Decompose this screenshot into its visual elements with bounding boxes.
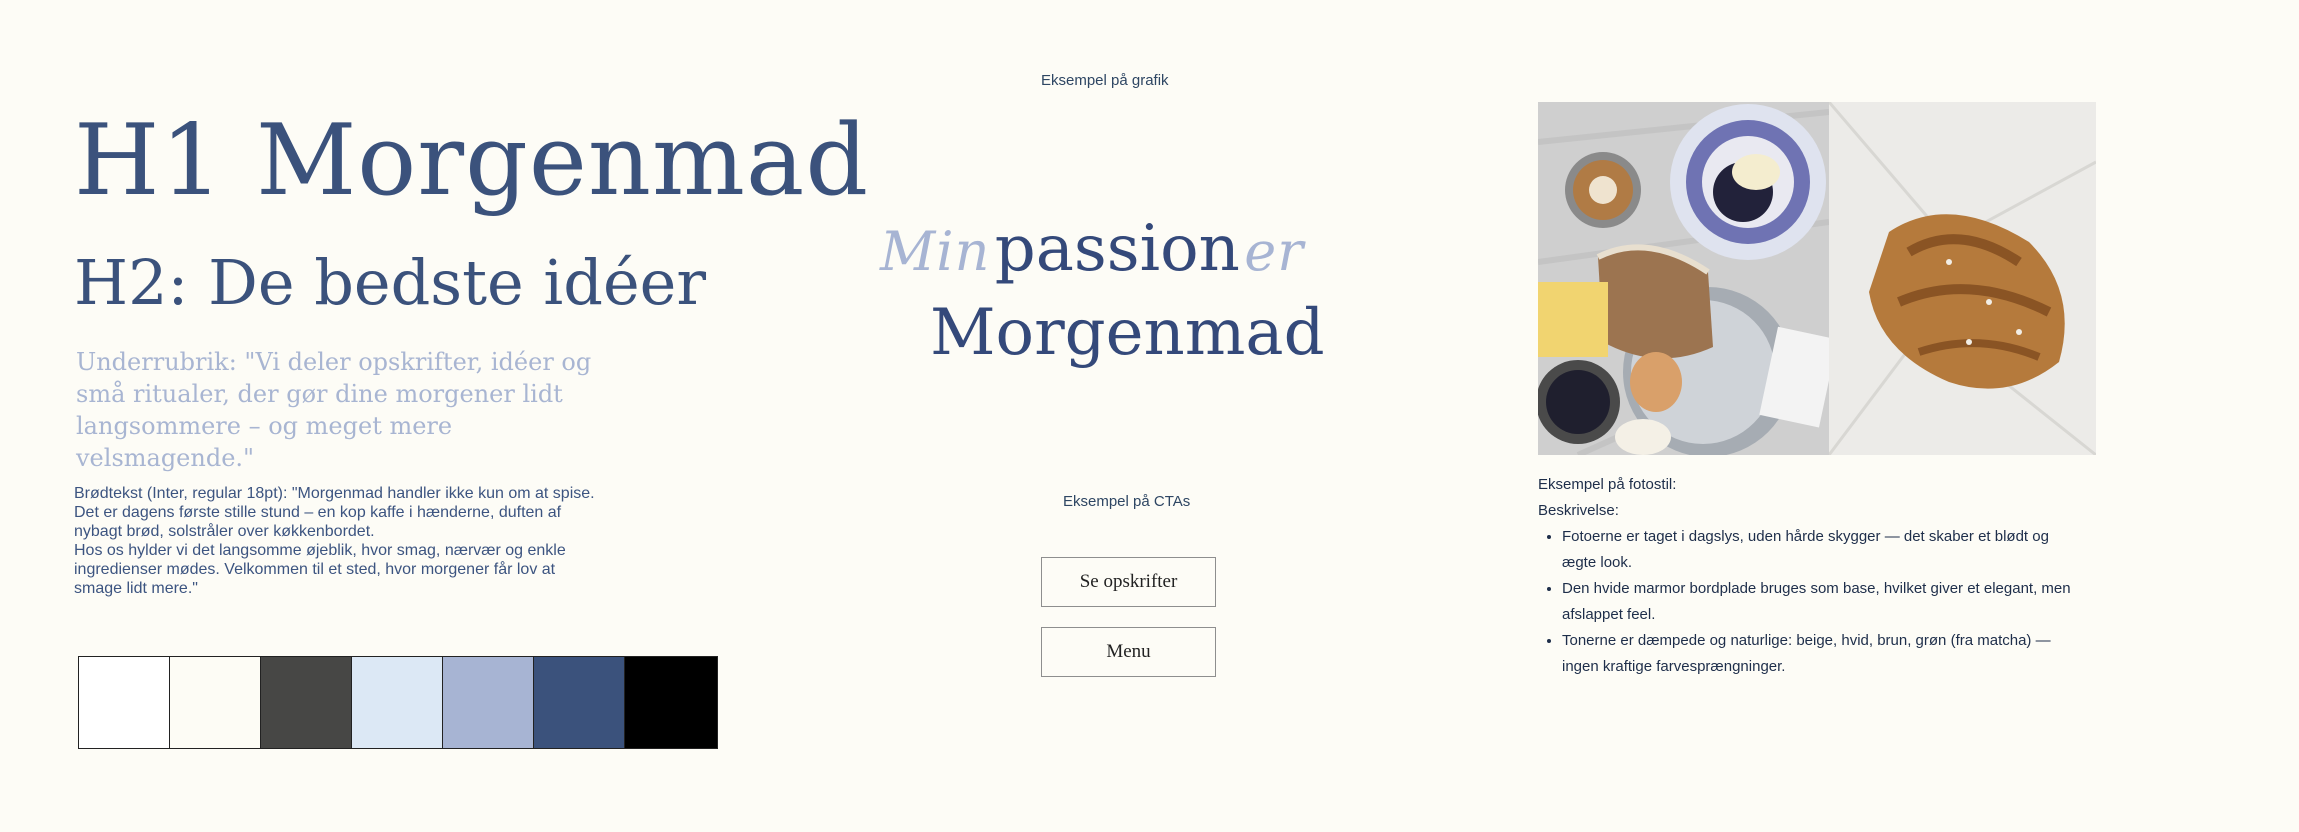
subheading-sample: Underrubrik: "Vi deler opskrifter, idéer… bbox=[76, 348, 592, 472]
photo-style-heading: Eksempel på fotostil: bbox=[1538, 476, 1677, 493]
cta-label: Eksempel på CTAs bbox=[1063, 493, 1191, 510]
color-swatch-cream bbox=[170, 657, 261, 748]
logo-word-morgenmad: Morgenmad bbox=[930, 296, 1325, 370]
see-recipes-button[interactable]: Se opskrifter bbox=[1041, 557, 1216, 607]
photo-style-bullets: Fotoerne er taget i dagslys, uden hårde … bbox=[1538, 524, 2078, 680]
list-item: Den hvide marmor bordplade bruges som ba… bbox=[1562, 576, 2078, 628]
color-swatch-black bbox=[625, 657, 717, 748]
color-palette bbox=[78, 656, 718, 749]
color-swatch-charcoal bbox=[261, 657, 352, 748]
list-item: Tonerne er dæmpede og naturlige: beige, … bbox=[1562, 628, 2078, 680]
logo-script-min: Min bbox=[880, 220, 991, 283]
logo-script-er: er bbox=[1244, 220, 1305, 283]
photo-style-description-label: Beskrivelse: bbox=[1538, 502, 1619, 519]
photo-style-caption: Eksempel på fotostil: Beskrivelse: Fotoe… bbox=[1538, 472, 2078, 680]
logo-line-1: Min passion er bbox=[880, 212, 1480, 286]
breakfast-table-photo bbox=[1538, 102, 1829, 455]
color-swatch-white bbox=[79, 657, 170, 748]
list-item: Fotoerne er taget i dagslys, uden hårde … bbox=[1562, 524, 2078, 576]
color-swatch-pale-blue bbox=[352, 657, 443, 748]
graphic-label: Eksempel på grafik bbox=[1041, 72, 1169, 89]
pastry-photo bbox=[1829, 102, 2096, 455]
logo-word-passion: passion bbox=[994, 212, 1240, 286]
color-swatch-navy bbox=[534, 657, 625, 748]
body-text-sample: Brødtekst (Inter, regular 18pt): "Morgen… bbox=[74, 485, 595, 597]
heading-h2: H2: De bedste idéer bbox=[74, 246, 706, 319]
color-swatch-light-blue bbox=[443, 657, 534, 748]
menu-button[interactable]: Menu bbox=[1041, 627, 1216, 677]
heading-h1: H1 Morgenmad bbox=[74, 104, 870, 218]
